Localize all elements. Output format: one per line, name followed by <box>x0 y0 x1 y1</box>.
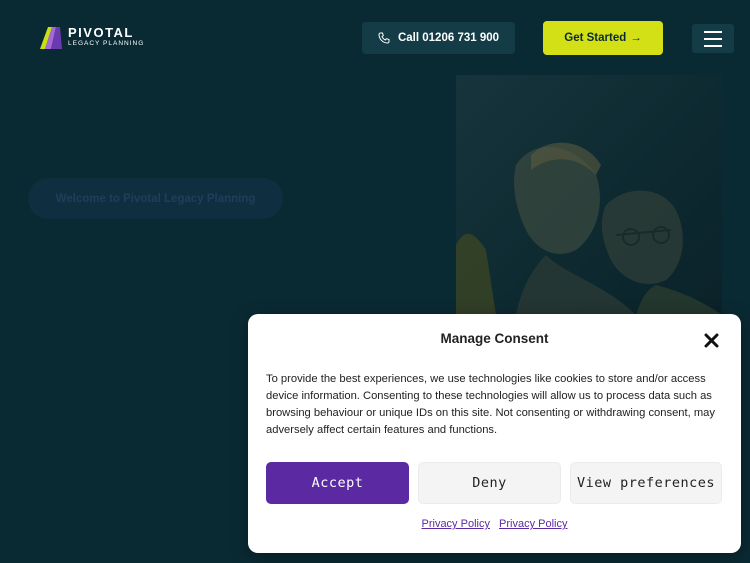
site-header: PIVOTAL LEGACY PLANNING Call 01206 731 9… <box>0 0 750 75</box>
arrow-right-icon: → <box>630 32 642 44</box>
hero-image <box>456 75 722 315</box>
call-button[interactable]: Call 01206 731 900 <box>362 22 515 54</box>
consent-modal: Manage Consent To provide the best exper… <box>248 314 741 553</box>
pivotal-logo-icon <box>40 27 62 49</box>
logo-subtitle: LEGACY PLANNING <box>68 40 145 48</box>
privacy-policy-link-2[interactable]: Privacy Policy <box>499 518 567 530</box>
accept-button[interactable]: Accept <box>266 462 409 504</box>
deny-label: Deny <box>472 475 507 491</box>
consent-body: To provide the best experiences, we use … <box>266 373 715 436</box>
get-started-button[interactable]: Get Started → <box>543 21 663 55</box>
welcome-badge: Welcome to Pivotal Legacy Planning <box>28 178 283 219</box>
policy-links: Privacy Policy Privacy Policy <box>248 518 741 530</box>
close-icon[interactable] <box>704 333 719 348</box>
view-preferences-button[interactable]: View preferences <box>570 462 722 504</box>
deny-button[interactable]: Deny <box>418 462 561 504</box>
logo[interactable]: PIVOTAL LEGACY PLANNING <box>38 24 144 50</box>
hamburger-menu-icon[interactable] <box>692 24 734 53</box>
logo-name: PIVOTAL <box>68 25 134 41</box>
phone-icon <box>378 32 390 44</box>
accept-label: Accept <box>311 475 364 491</box>
welcome-text: Welcome to Pivotal Legacy Planning <box>55 192 256 205</box>
couple-photo-image <box>456 142 722 315</box>
get-started-label: Get Started <box>564 32 627 44</box>
consent-title: Manage Consent <box>440 331 549 346</box>
call-button-label: Call 01206 731 900 <box>397 32 500 44</box>
view-preferences-label: View preferences <box>576 475 716 491</box>
privacy-policy-link[interactable]: Privacy Policy <box>422 518 490 530</box>
